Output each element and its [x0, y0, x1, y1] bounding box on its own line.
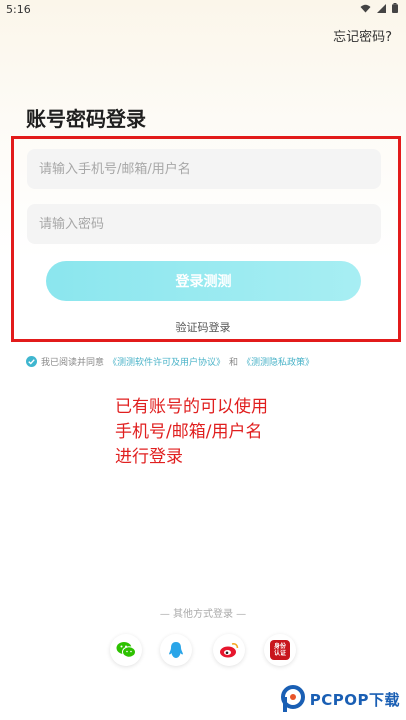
forgot-password-link[interactable]: 忘记密码? — [333, 26, 392, 45]
weibo-icon — [220, 643, 239, 658]
password-input[interactable] — [27, 204, 381, 244]
wechat-login-button[interactable] — [110, 634, 142, 666]
agreement-prefix: 我已阅读并同意 — [41, 358, 105, 368]
watermark-text: PCPOP下载 — [309, 690, 400, 709]
wechat-icon — [116, 642, 136, 658]
sms-code-login-link[interactable]: 验证码登录 — [0, 319, 406, 335]
page-title: 账号密码登录 — [26, 107, 146, 131]
privacy-policy-link[interactable]: 《测测隐私政策》 — [242, 355, 314, 368]
id-card-text-2: 认证 — [273, 650, 286, 657]
annotation-line-3: 进行登录 — [115, 447, 183, 467]
checkbox-checked-icon[interactable] — [26, 356, 37, 367]
annotation-line-2: 手机号/邮箱/用户名 — [115, 422, 263, 442]
watermark: PCPOP下载 — [280, 683, 400, 715]
other-login-methods-label: — 其他方式登录 — — [159, 609, 247, 620]
software-license-link[interactable]: 《测测软件许可及用户协议》 — [108, 355, 225, 368]
id-card-text-1: 身份 — [273, 643, 286, 650]
signal-icon — [377, 3, 386, 13]
status-icons — [360, 3, 398, 13]
account-input[interactable] — [27, 149, 381, 189]
battery-icon — [392, 3, 398, 13]
qq-icon — [169, 641, 183, 658]
wifi-icon — [360, 4, 371, 12]
annotation-line-1: 已有账号的可以使用 — [115, 397, 268, 417]
status-bar: 5:16 — [0, 0, 406, 20]
agreement-row: 我已阅读并同意 《测测软件许可及用户协议》 和 《测测隐私政策》 — [26, 355, 314, 368]
id-card-login-button[interactable]: 身份 认证 — [264, 634, 296, 666]
agreement-and: 和 — [229, 358, 239, 368]
qq-login-button[interactable] — [160, 634, 192, 666]
weibo-login-button[interactable] — [213, 634, 245, 666]
pcpop-logo-icon — [280, 685, 305, 712]
login-button[interactable]: 登录测测 — [46, 261, 361, 301]
status-time: 5:16 — [6, 3, 31, 16]
annotation-text: 已有账号的可以使用 手机号/邮箱/用户名 进行登录 — [115, 395, 268, 470]
id-card-icon: 身份 认证 — [270, 640, 290, 660]
